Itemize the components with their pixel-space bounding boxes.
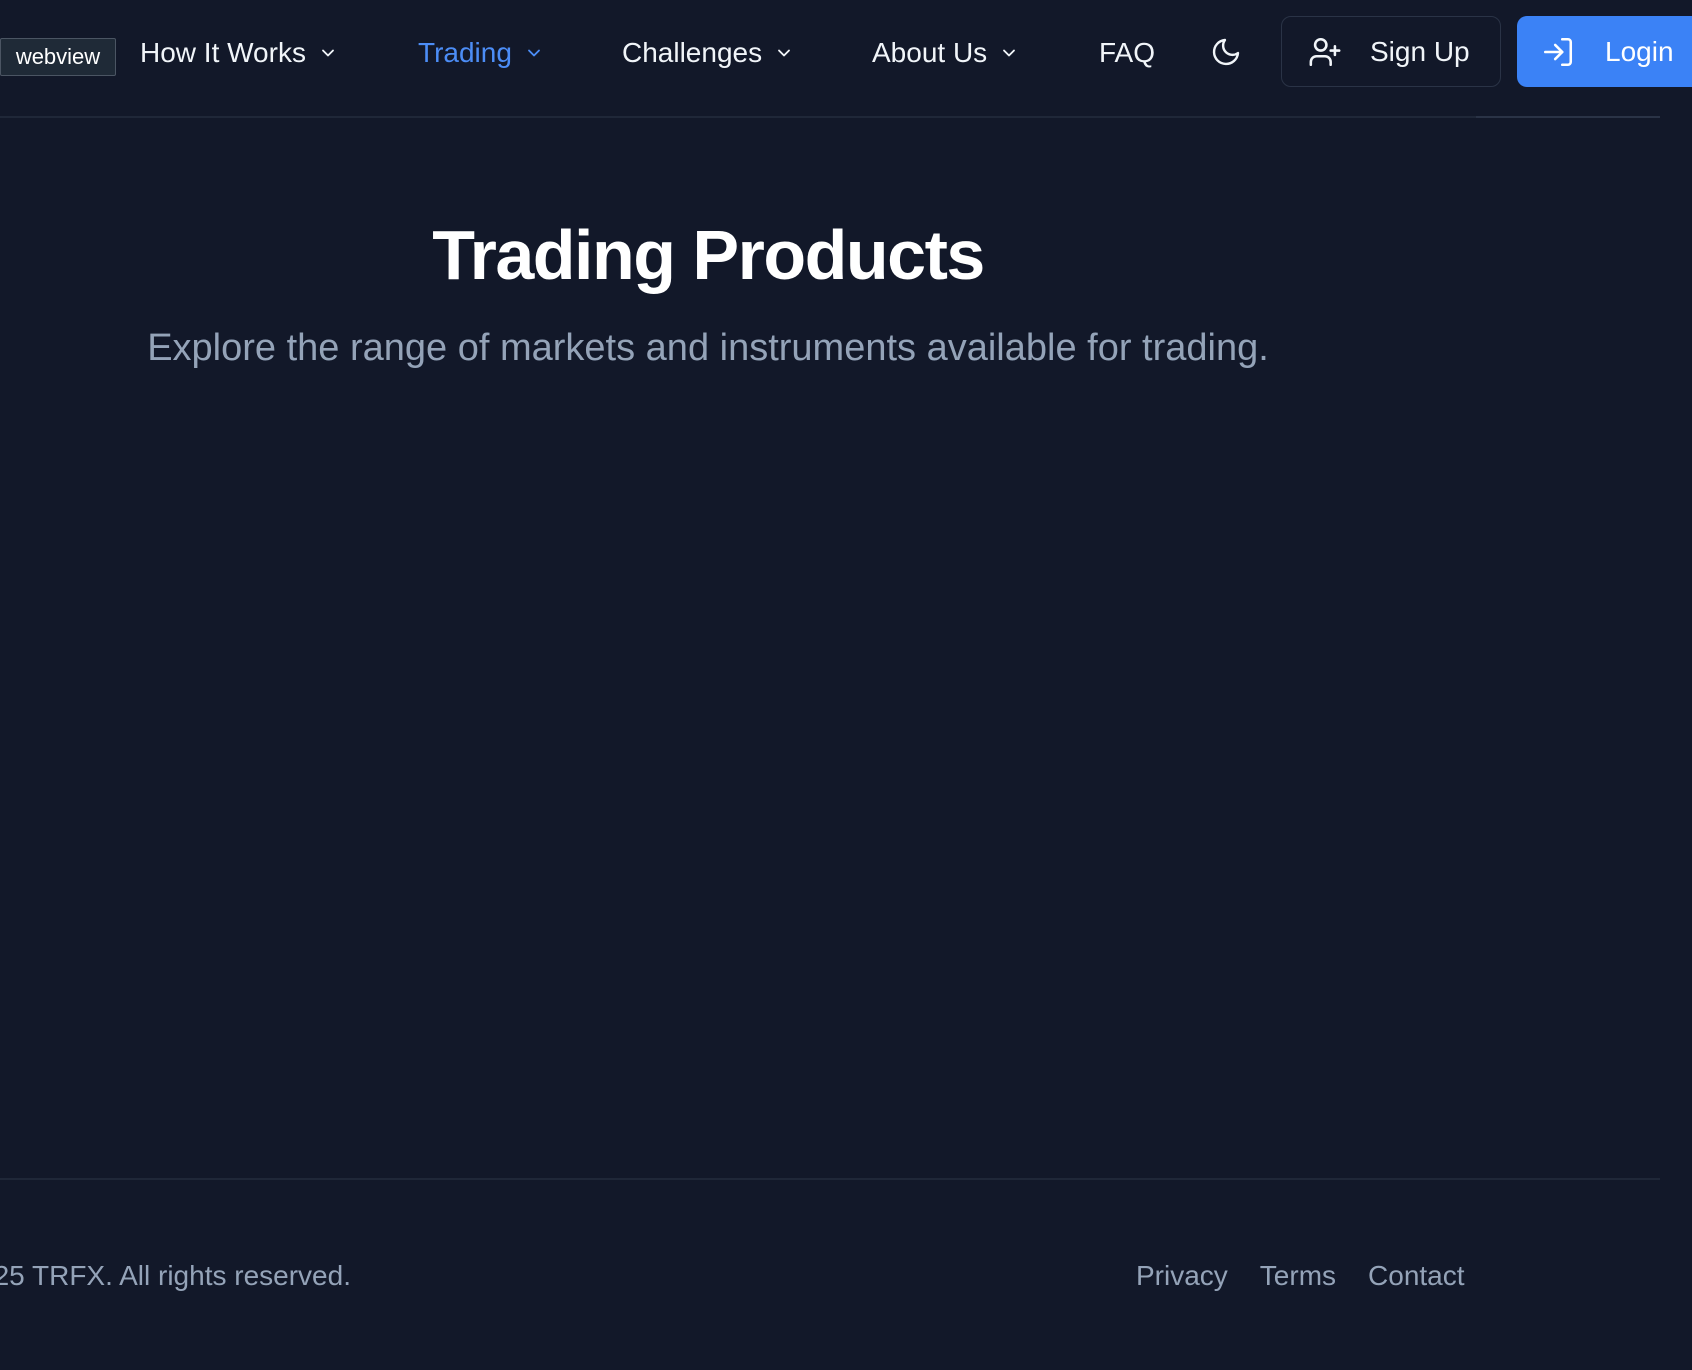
footer-links: Privacy Terms Contact <box>1136 1258 1465 1294</box>
nav-how-it-works-label: How It Works <box>140 37 306 68</box>
nav-about-us[interactable]: About Us <box>872 30 1019 76</box>
nav-faq-label: FAQ <box>1099 37 1156 68</box>
footer-link-contact[interactable]: Contact <box>1368 1258 1465 1294</box>
page: webview How It Works Trading Challenges … <box>0 0 1692 1370</box>
nav-trading-label: Trading <box>418 37 512 68</box>
login-button[interactable]: Login <box>1517 16 1692 87</box>
page-subtitle: Explore the range of markets and instrum… <box>147 327 1269 369</box>
header-divider <box>0 116 1660 118</box>
nav-faq[interactable]: FAQ <box>1099 30 1155 76</box>
sign-up-label: Sign Up <box>1370 35 1470 67</box>
site-header: webview How It Works Trading Challenges … <box>0 0 1692 118</box>
chevron-down-icon <box>774 43 794 63</box>
user-plus-icon <box>1308 35 1370 69</box>
sign-up-button[interactable]: Sign Up <box>1281 16 1501 87</box>
webview-tag: webview <box>0 38 116 76</box>
chevron-down-icon <box>524 43 544 63</box>
chevron-down-icon <box>318 43 338 63</box>
page-title: Trading Products <box>432 216 985 294</box>
nav-challenges-label: Challenges <box>622 37 763 68</box>
nav-trading[interactable]: Trading <box>418 30 544 76</box>
nav-how-it-works[interactable]: How It Works <box>140 30 338 76</box>
nav-about-us-label: About Us <box>872 37 988 68</box>
header-divider-segment <box>1476 116 1660 118</box>
nav-challenges[interactable]: Challenges <box>622 30 794 76</box>
copyright-text: 025 TRFX. All rights reserved. <box>0 1260 351 1291</box>
footer-divider <box>0 1178 1660 1180</box>
footer-link-privacy[interactable]: Privacy <box>1136 1258 1228 1294</box>
moon-icon <box>1210 36 1242 68</box>
login-label: Login <box>1605 35 1674 67</box>
theme-toggle-button[interactable] <box>1208 34 1244 70</box>
chevron-down-icon <box>999 43 1019 63</box>
footer-link-terms[interactable]: Terms <box>1260 1258 1336 1294</box>
log-in-icon <box>1541 35 1605 69</box>
